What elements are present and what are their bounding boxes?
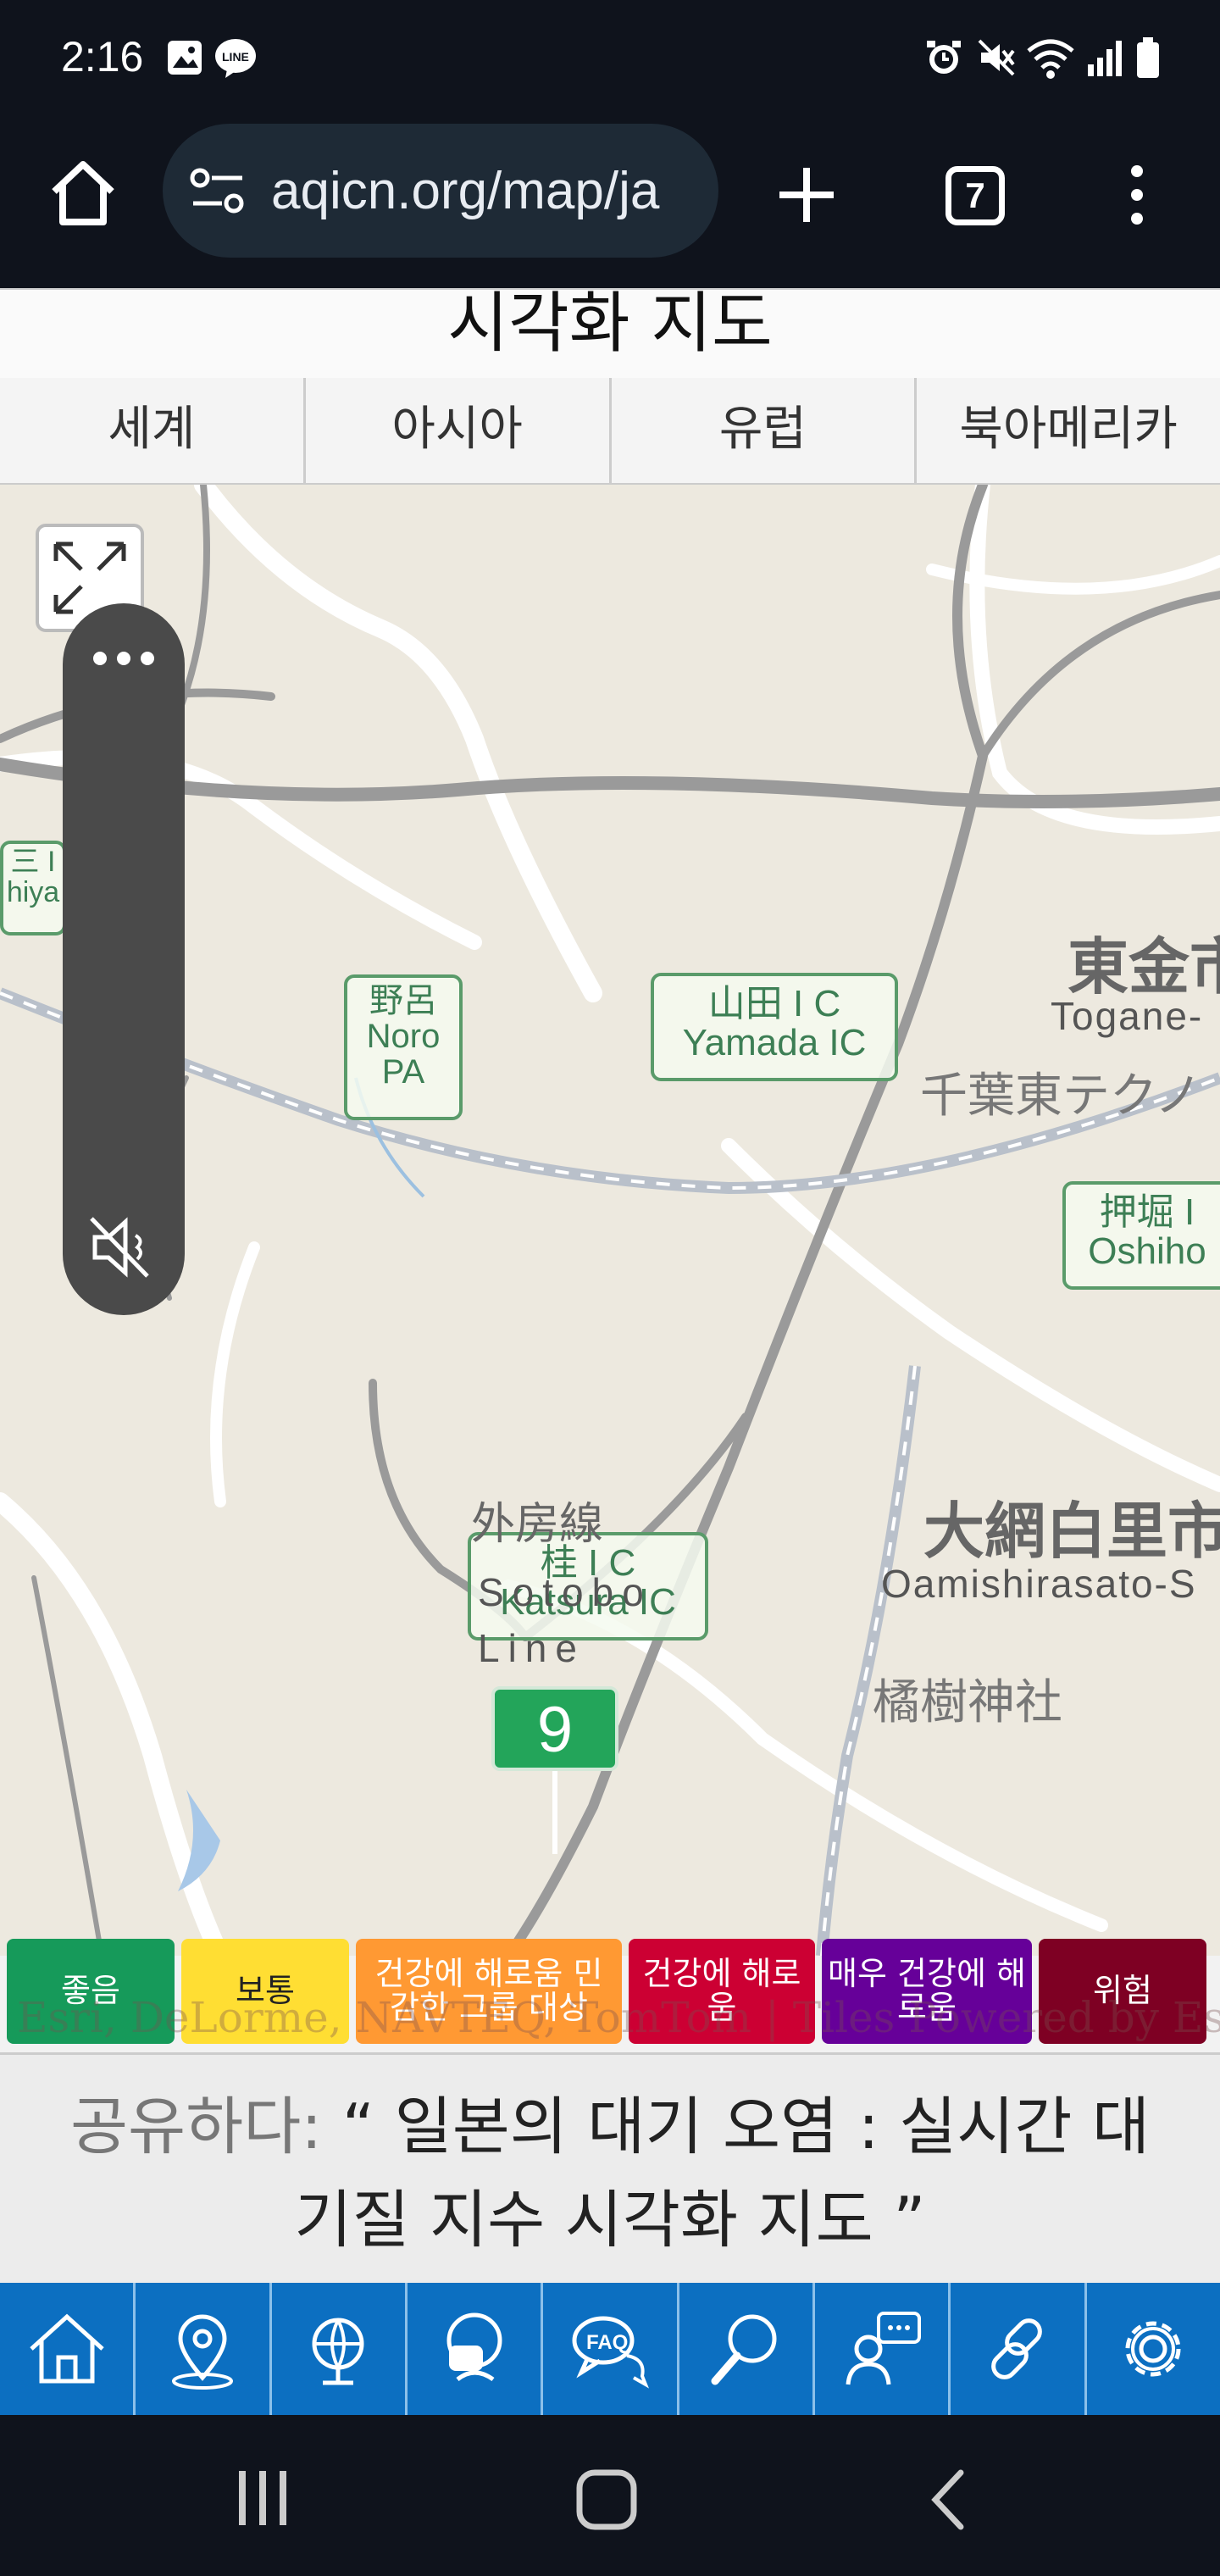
svg-text:LINE: LINE xyxy=(222,50,249,64)
battery-icon xyxy=(1137,37,1159,78)
faq-icon: FAQ xyxy=(572,2316,649,2389)
back-icon[interactable] xyxy=(923,2466,974,2534)
yamada-ic-label: 山田 I C Yamada IC xyxy=(651,973,898,1081)
share-quote: “ 일본의 대기 오염 : 실시간 대기질 지수 시각화 지도 ” xyxy=(294,2090,1151,2257)
bottom-nav: FAQ xyxy=(0,2283,1220,2415)
noro-pa-en2: PA xyxy=(381,1053,425,1091)
oshiho-en: Oshiho xyxy=(1088,1230,1206,1273)
noro-pa-en1: Noro xyxy=(366,1018,441,1055)
sotobo-en-label-2: Line xyxy=(478,1626,585,1670)
marker-stem xyxy=(552,1769,557,1854)
gear-icon xyxy=(1125,2321,1181,2377)
region-tabs: 세계 아시아 유럽 북아메리카 xyxy=(0,378,1220,486)
left-ic-en: hiya xyxy=(6,875,60,908)
new-tab-icon[interactable] xyxy=(774,163,839,227)
yamada-ic-jp: 山田 I C xyxy=(707,983,841,1024)
globe-icon xyxy=(312,2318,364,2385)
status-time: 2:16 xyxy=(61,33,144,80)
location-pin-icon xyxy=(171,2314,233,2390)
search-icon xyxy=(711,2314,777,2385)
volume-mute-icon[interactable] xyxy=(88,1213,164,1281)
chiba-techno-label: 千葉東テクノ xyxy=(920,1069,1202,1122)
yamada-ic-en: Yamada IC xyxy=(682,1022,867,1064)
nav-globe[interactable] xyxy=(272,2283,408,2415)
svg-text:FAQ: FAQ xyxy=(586,2331,628,2354)
nav-search[interactable] xyxy=(679,2283,815,2415)
contact-icon xyxy=(846,2312,921,2385)
nav-map[interactable] xyxy=(136,2283,272,2415)
noro-pa-label: 野呂 Noro PA xyxy=(344,974,463,1120)
togane-en-label: Togane- xyxy=(1051,994,1204,1038)
tab-asia[interactable]: 아시아 xyxy=(306,378,612,483)
status-bar: 2:16 LINE xyxy=(0,0,1220,225)
more-options-icon[interactable] xyxy=(1118,161,1156,229)
home-icon xyxy=(29,2313,104,2384)
nav-contact[interactable] xyxy=(815,2283,951,2415)
page-title: 시각화 지도 xyxy=(447,288,773,362)
aqi-station-marker[interactable]: 9 xyxy=(491,1686,618,1771)
home-button-icon[interactable] xyxy=(573,2466,640,2534)
share-box: 공유하다: “ 일본의 대기 오염 : 실시간 대기질 지수 시각화 지도 ” xyxy=(0,2052,1220,2292)
oshiho-jp: 押堀 I xyxy=(1099,1191,1195,1233)
more-dots-icon[interactable] xyxy=(90,646,158,671)
tab-europe[interactable]: 유럽 xyxy=(612,378,918,483)
shrine-label: 橘樹神社 xyxy=(873,1675,1062,1729)
tab-north-america[interactable]: 북아메리카 xyxy=(917,378,1220,483)
share-prefix: 공유하다: xyxy=(69,2090,323,2163)
left-ic-jp: 三 I xyxy=(10,846,56,878)
mute-icon xyxy=(978,39,1015,76)
nav-home[interactable] xyxy=(0,2283,136,2415)
share-text: 공유하다: “ 일본의 대기 오염 : 실시간 대기질 지수 시각화 지도 ” xyxy=(0,2055,1220,2267)
sotobo-jp-label: 外房線 xyxy=(471,1500,604,1549)
tab-switcher-button[interactable]: 7 xyxy=(946,166,1005,225)
oamishirasato-city-label: 大網白里市 xyxy=(923,1498,1220,1566)
left-ic-label: 三 Ihiya xyxy=(0,841,66,935)
sotobo-en-label-1: Sotobo xyxy=(478,1570,652,1614)
alarm-icon xyxy=(927,41,961,74)
wifi-icon xyxy=(1027,39,1074,79)
signal-icon xyxy=(1088,41,1122,76)
web-page: 시각화 지도 세계 아시아 유럽 북아메리카 三 I hiya 野呂 Noro … xyxy=(0,288,1220,2415)
map-attribution: Esri, DeLorme, NAVTEQ, TomTom | Tiles Po… xyxy=(17,1993,1220,2042)
volume-panel[interactable] xyxy=(63,603,185,1315)
noro-pa-jp: 野呂 xyxy=(369,982,437,1019)
line-notification-icon: LINE xyxy=(215,39,256,78)
oshiho-ic-label: 押堀 I Oshiho xyxy=(1062,1181,1220,1290)
tab-world[interactable]: 세계 xyxy=(0,378,306,483)
url-text[interactable]: aqicn.org/map/ja xyxy=(271,161,695,221)
mask-icon xyxy=(446,2312,502,2382)
gallery-notification-icon xyxy=(168,41,202,75)
nav-link[interactable] xyxy=(951,2283,1087,2415)
recent-apps-icon[interactable] xyxy=(234,2466,293,2530)
home-icon[interactable] xyxy=(47,158,119,229)
nav-mask[interactable] xyxy=(408,2283,544,2415)
title-bar: 시각화 지도 xyxy=(0,288,1220,380)
oamishirasato-en-label: Oamishirasato-S xyxy=(881,1562,1197,1606)
link-icon xyxy=(991,2318,1042,2379)
system-nav-bar xyxy=(0,2415,1220,2576)
nav-faq[interactable]: FAQ xyxy=(543,2283,679,2415)
nav-settings[interactable] xyxy=(1087,2283,1220,2415)
site-settings-icon[interactable] xyxy=(190,166,246,217)
